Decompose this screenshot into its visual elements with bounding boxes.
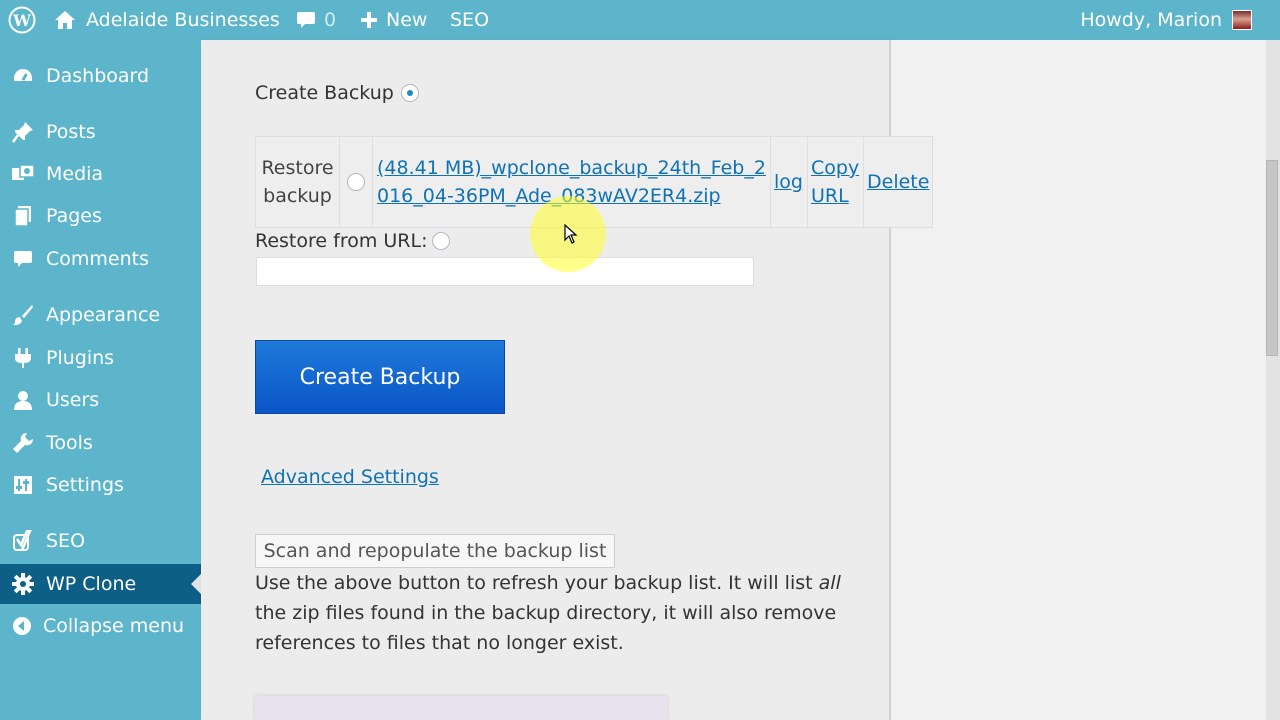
restore-from-url-radio[interactable] — [432, 232, 450, 250]
restore-backup-radio[interactable] — [347, 173, 365, 191]
comments-link[interactable]: 0 — [296, 0, 336, 40]
sidebar-item-users[interactable]: Users — [0, 380, 201, 420]
copy-url-link[interactable]: Copy URL — [811, 154, 860, 210]
plus-icon — [361, 12, 377, 28]
account-menu[interactable]: Howdy, Marion — [1080, 0, 1252, 40]
help-text-part: Use the above button to refresh your bac… — [255, 572, 819, 594]
sidebar-item-label: Settings — [46, 474, 124, 496]
user-icon — [0, 390, 46, 410]
wordpress-logo-icon[interactable]: W — [8, 0, 38, 40]
site-name-link[interactable]: Adelaide Businesses — [54, 0, 280, 40]
help-text-emphasis: all — [818, 572, 841, 594]
admin-sidebar: Dashboard Posts Media Pages Comments App… — [0, 40, 201, 720]
collapse-menu-button[interactable]: Collapse menu — [0, 606, 201, 646]
yoast-icon — [0, 530, 46, 552]
settings-icon — [0, 475, 46, 495]
restore-from-url-label: Restore from URL: — [255, 230, 428, 252]
gear-icon — [0, 573, 46, 595]
pages-icon — [0, 205, 46, 227]
sidebar-item-label: Users — [46, 389, 100, 411]
restore-url-input[interactable] — [256, 257, 754, 286]
sidebar-item-label: Collapse menu — [43, 615, 185, 637]
sidebar-item-plugins[interactable]: Plugins — [0, 338, 201, 378]
partial-panel — [255, 696, 667, 720]
help-text-part: the zip files found in the backup direct… — [255, 602, 837, 654]
site-name-label: Adelaide Businesses — [86, 9, 280, 31]
log-cell: log — [771, 137, 808, 227]
delete-link[interactable]: Delete — [867, 168, 929, 196]
comment-bubble-icon — [297, 12, 315, 28]
pin-icon — [0, 121, 46, 143]
new-content-link[interactable]: New — [360, 0, 427, 40]
sidebar-item-label: Plugins — [46, 347, 115, 369]
sidebar-item-label: Media — [46, 163, 104, 185]
sidebar-item-label: Tools — [46, 432, 93, 454]
create-backup-option-label: Create Backup — [255, 82, 394, 104]
advanced-settings-link[interactable]: Advanced Settings — [261, 466, 439, 488]
create-backup-radio[interactable] — [401, 84, 419, 102]
sidebar-item-label: Dashboard — [46, 65, 150, 87]
sidebar-item-wp-clone[interactable]: WP Clone — [0, 564, 201, 604]
home-icon — [55, 11, 75, 29]
sidebar-item-media[interactable]: Media — [0, 154, 201, 194]
avatar — [1232, 10, 1252, 30]
admin-bar: W Adelaide Businesses 0 New SEO Howdy, M… — [0, 0, 1280, 40]
page-background — [891, 40, 1266, 720]
backup-list-help-text: Use the above button to refresh your bac… — [255, 568, 875, 658]
brush-icon — [0, 304, 46, 326]
scrollbar-thumb[interactable] — [1266, 160, 1278, 356]
sidebar-item-label: Pages — [46, 205, 102, 227]
log-link[interactable]: log — [774, 168, 803, 196]
mouse-pointer-icon — [564, 224, 578, 244]
plug-icon — [0, 347, 46, 369]
create-backup-button[interactable]: Create Backup — [255, 340, 505, 414]
new-label: New — [386, 9, 428, 31]
seo-admin-label: SEO — [450, 9, 490, 31]
restore-backup-label: Restore backup — [256, 137, 340, 227]
sidebar-item-seo[interactable]: SEO — [0, 521, 201, 561]
sidebar-item-posts[interactable]: Posts — [0, 112, 201, 152]
sidebar-item-appearance[interactable]: Appearance — [0, 295, 201, 335]
sidebar-item-label: Posts — [46, 121, 96, 143]
sidebar-item-label: SEO — [46, 530, 86, 552]
dashboard-icon — [0, 66, 46, 86]
media-icon — [0, 164, 46, 184]
comment-icon — [0, 249, 46, 269]
collapse-icon — [0, 616, 43, 636]
svg-text:W: W — [12, 11, 32, 30]
delete-cell: Delete — [864, 137, 932, 227]
comment-count: 0 — [324, 9, 337, 31]
copy-url-cell: Copy URL — [808, 137, 864, 227]
sidebar-item-label: Comments — [46, 248, 149, 270]
restore-radio-cell — [340, 137, 373, 227]
sidebar-item-label: Appearance — [46, 304, 161, 326]
sidebar-item-settings[interactable]: Settings — [0, 465, 201, 505]
seo-admin-link[interactable]: SEO — [450, 0, 489, 40]
sidebar-item-dashboard[interactable]: Dashboard — [0, 56, 201, 96]
howdy-text: Howdy, Marion — [1080, 9, 1222, 31]
sidebar-item-pages[interactable]: Pages — [0, 196, 201, 236]
sidebar-item-tools[interactable]: Tools — [0, 423, 201, 463]
scan-repopulate-button[interactable]: Scan and repopulate the backup list — [255, 534, 615, 568]
wrench-icon — [0, 432, 46, 454]
sidebar-item-label: WP Clone — [46, 573, 137, 595]
sidebar-item-comments[interactable]: Comments — [0, 239, 201, 279]
